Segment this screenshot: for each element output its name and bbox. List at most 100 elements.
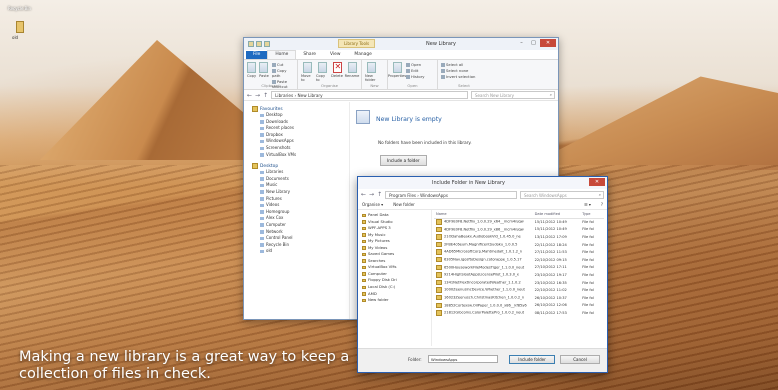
- folder-icon[interactable]: [248, 41, 254, 47]
- include-folder-button[interactable]: Include a folder: [380, 155, 427, 166]
- group-label: Organise: [321, 83, 338, 88]
- properties-label: Properties: [387, 74, 407, 78]
- forward-arrow-icon[interactable]: →: [255, 92, 260, 99]
- new-folder-button[interactable]: New folder: [393, 202, 415, 207]
- table-row[interactable]: 4DF9E0F8.Netflix_1.0.0.29_x86__mcm4njqw 1…: [434, 226, 604, 234]
- nav-item[interactable]: Alex Cox: [252, 215, 349, 222]
- ribbon: Copy Paste Cut Copy path Paste shortcut …: [244, 60, 558, 90]
- table-row[interactable]: 6500HouseworkFileModesTiger_1.1.0.0_neut…: [434, 264, 604, 272]
- copy-path-button[interactable]: Copy path: [272, 68, 294, 78]
- address-field[interactable]: Libraries › New Library: [271, 91, 468, 99]
- group-label: Open: [407, 83, 418, 88]
- include-folder-confirm-button[interactable]: Include folder: [509, 355, 555, 364]
- group-label: Clipboard: [261, 83, 280, 88]
- cell-name: 9214HighSlootAppsLicensePilot_1.0.3.0_x: [434, 271, 533, 279]
- nav-item[interactable]: Computer: [252, 222, 349, 229]
- nav-item[interactable]: Homegroup: [252, 209, 349, 216]
- cell-type: File fol: [582, 234, 594, 239]
- cell-type: File fol: [582, 272, 594, 277]
- nav-item[interactable]: New Library: [252, 189, 349, 196]
- cell-date: 15/11/2012 10:49: [534, 220, 567, 225]
- cell-name: 6305Nav.igosftoDesign.cotorappe_1.0.5.17: [434, 256, 533, 264]
- table-row[interactable]: 1341NetFlextIncorporatedWeather_1.1.0.2 2…: [434, 279, 604, 287]
- help-icon[interactable]: ?: [601, 202, 603, 207]
- up-arrow-icon[interactable]: ↑: [263, 92, 268, 99]
- folder-input[interactable]: WindowsApps: [428, 355, 498, 363]
- cut-button[interactable]: Cut: [272, 62, 294, 67]
- tab-view[interactable]: View: [323, 51, 347, 59]
- nav-item[interactable]: Control Panel: [252, 235, 349, 242]
- column-header-name[interactable]: Name: [434, 210, 533, 219]
- search-input[interactable]: Search New Library: [471, 91, 555, 99]
- tab-home[interactable]: Home: [267, 50, 297, 59]
- nav-tree-item[interactable]: New folder: [362, 297, 431, 304]
- library-tools-tab[interactable]: Library Tools: [338, 39, 376, 48]
- select-all-button[interactable]: Select all: [441, 62, 475, 67]
- nav-item[interactable]: Dropbox: [252, 132, 349, 139]
- tab-manage[interactable]: Manage: [347, 51, 378, 59]
- forward-arrow-icon[interactable]: →: [369, 191, 374, 198]
- tab-share[interactable]: Share: [296, 51, 323, 59]
- organise-menu[interactable]: Organise ▾: [362, 202, 383, 207]
- up-arrow-icon[interactable]: ↑: [377, 191, 382, 198]
- nav-item[interactable]: Recycle Bin: [252, 242, 349, 249]
- edit-button[interactable]: Edit: [406, 68, 425, 73]
- back-arrow-icon[interactable]: ←: [247, 92, 252, 99]
- cell-type: File fol: [582, 220, 594, 225]
- nav-item[interactable]: WindowsApps: [252, 138, 349, 145]
- open-button[interactable]: Open: [406, 62, 425, 67]
- table-row[interactable]: 21ODahaBeakx.AudiobookVld_1.0.45.0_ne 13/…: [434, 233, 604, 241]
- nav-item[interactable]: Desktop: [252, 112, 349, 119]
- close-button[interactable]: ✕: [589, 178, 605, 186]
- nav-item[interactable]: Music: [252, 182, 349, 189]
- invert-selection-button[interactable]: Invert selection: [441, 74, 475, 79]
- nav-item[interactable]: Documents: [252, 176, 349, 183]
- view-options-icon[interactable]: ☰ ▾: [584, 202, 591, 207]
- cell-date: 22/10/2012 09:15: [534, 257, 567, 262]
- table-row[interactable]: 16023Zeenusch.ChristmasKitchen_1.0.0.2_n…: [434, 294, 604, 302]
- desktop-icon[interactable]: Recycle Bin old: [8, 6, 38, 40]
- column-header-date[interactable]: Date modified: [532, 210, 581, 219]
- minimize-button[interactable]: –: [516, 39, 527, 47]
- folder-icon: [362, 239, 366, 244]
- table-row[interactable]: 2FBE4c6eum.MagnificentSudoku_1.0.0.5 22/1…: [434, 241, 604, 249]
- nav-item[interactable]: Recent places: [252, 125, 349, 132]
- nav-item[interactable]: VirtualBox VMs: [252, 152, 349, 159]
- nav-item[interactable]: Downloads: [252, 119, 349, 126]
- dialog-address-field[interactable]: Program Files › WindowsApps: [385, 190, 517, 199]
- new-folder-icon[interactable]: [264, 41, 270, 47]
- nav-item[interactable]: old: [252, 248, 349, 255]
- close-button[interactable]: ✕: [540, 39, 556, 47]
- history-button[interactable]: History: [406, 74, 425, 79]
- group-label: New: [370, 83, 379, 88]
- properties-icon[interactable]: [256, 41, 262, 47]
- nav-item[interactable]: Screenshots: [252, 145, 349, 152]
- cell-date: 26/10/2012 10:37: [534, 295, 567, 300]
- table-row[interactable]: 21812Gibcoms.ColorPalettePro_1.0.0.2_neu…: [434, 309, 604, 317]
- move-label: Move to: [301, 74, 311, 82]
- cell-type: File fol: [582, 310, 594, 315]
- desktop-title: Recycle Bin: [8, 6, 32, 11]
- folder-icon: [362, 292, 366, 296]
- nav-item[interactable]: Libraries: [252, 169, 349, 176]
- folder-icon: [362, 226, 366, 231]
- maximize-button[interactable]: □: [528, 39, 539, 47]
- table-row[interactable]: 1000ZeenusIncDevice.Whether_1.1.0.0_neut…: [434, 286, 604, 294]
- table-row[interactable]: 9214HighSlootAppsLicensePilot_1.0.3.0_x 2…: [434, 271, 604, 279]
- dialog-search-input[interactable]: Search WindowsApps: [520, 190, 604, 199]
- table-row[interactable]: 4AD65MicrosoftCorp.Mahtmedalt_1.0.1.2_n 2…: [434, 248, 604, 256]
- table-row[interactable]: 6305Nav.igosftoDesign.cotorappe_1.0.5.17…: [434, 256, 604, 264]
- column-header-type[interactable]: Type: [580, 210, 604, 219]
- back-arrow-icon[interactable]: ←: [361, 191, 366, 198]
- nav-item[interactable]: Videos: [252, 202, 349, 209]
- select-none-button[interactable]: Select none: [441, 68, 475, 73]
- cancel-button[interactable]: Cancel: [560, 355, 600, 364]
- group-label: Select: [458, 83, 470, 88]
- navigation-pane: Favourites Desktop Downloads Recent plac…: [244, 102, 350, 319]
- table-row[interactable]: 18852Cortexsw.OilPaper_1.0.0.0_x86__kf85…: [434, 302, 604, 310]
- desktop-group: Desktop Libraries Documents Music New Li…: [252, 163, 349, 255]
- tab-file[interactable]: File: [246, 51, 268, 59]
- table-row[interactable]: 4DF9E0F8.Netflix_1.0.0.29_x64__mcm4njqw 1…: [434, 218, 604, 226]
- nav-item[interactable]: Network: [252, 229, 349, 236]
- nav-item[interactable]: Pictures: [252, 196, 349, 203]
